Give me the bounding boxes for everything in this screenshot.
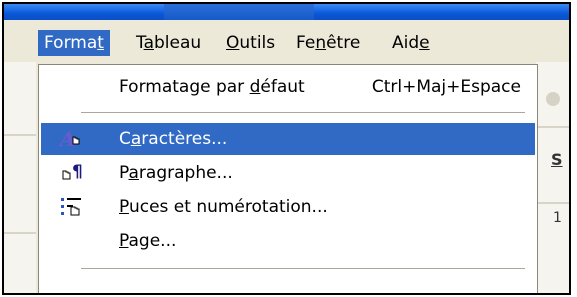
menu-aide[interactable]: Aide (386, 30, 436, 56)
menu-fenetre-label-b: être (326, 33, 361, 53)
circle-icon (546, 92, 560, 106)
page-label: Page... (119, 231, 177, 251)
title-bar (4, 4, 569, 20)
menu-tableau[interactable]: Tableau (130, 30, 207, 56)
default-format-label: Formatage par défaut (119, 77, 305, 97)
font-a-hand-icon: A (58, 127, 91, 151)
menu-fenetre-accel: n (315, 33, 327, 53)
right-toolbar-line-2 (536, 202, 569, 204)
underline-s-icon[interactable]: S (551, 150, 563, 169)
bullets-label: Puces et numérotation... (119, 197, 328, 217)
menu-outils-accel: O (226, 33, 240, 53)
menu-outils-label: utils (239, 33, 276, 53)
left-ruler-line (4, 134, 36, 136)
menu-item-page[interactable]: Page... (41, 225, 535, 257)
menu-tableau-label-a: T (136, 33, 144, 53)
menu-aide-accel: e (419, 33, 430, 53)
menu-outils[interactable]: Outils (220, 30, 281, 56)
menu-fenetre-label-a: Fe (296, 33, 316, 53)
menu-format[interactable]: Format (38, 30, 110, 56)
menu-format-label: Forma (44, 33, 98, 53)
pilcrow-hand-icon: ¶ (59, 161, 91, 185)
left-background (4, 62, 36, 293)
title-bar-shade (164, 4, 314, 20)
menu-fenetre[interactable]: Fenêtre (290, 30, 366, 56)
menu-format-accel: t (97, 33, 104, 53)
menu-separator-bottom (81, 268, 525, 270)
left-ruler-line-2 (4, 232, 36, 234)
paragraph-label: Paragraphe... (119, 163, 233, 183)
menu-bar: Format Tableau Outils Fenêtre Aide (4, 20, 569, 62)
bullet-list-hand-icon (59, 195, 91, 219)
menu-aide-label: Aid (392, 33, 420, 53)
app-window: Format Tableau Outils Fenêtre Aide S 1 F… (2, 2, 571, 295)
right-toolbar-line (536, 126, 569, 128)
menu-item-default-format[interactable]: Formatage par défaut Ctrl+Maj+Espace (41, 71, 535, 103)
menu-item-characters[interactable]: A Caractères... (41, 123, 535, 155)
menu-item-bullets[interactable]: Puces et numérotation... (41, 191, 535, 223)
format-dropdown-menu: Formatage par défaut Ctrl+Maj+Espace A C… (38, 64, 538, 293)
menu-tableau-label-b: bleau (154, 33, 202, 53)
default-format-shortcut: Ctrl+Maj+Espace (371, 77, 521, 97)
svg-text:¶: ¶ (72, 162, 83, 182)
menu-tableau-accel: a (143, 33, 154, 53)
characters-label: Caractères... (119, 129, 228, 149)
ruler-mark-icon: 1 (553, 210, 562, 226)
menu-item-paragraph[interactable]: ¶ Paragraphe... (41, 157, 535, 189)
menu-separator (81, 112, 525, 114)
